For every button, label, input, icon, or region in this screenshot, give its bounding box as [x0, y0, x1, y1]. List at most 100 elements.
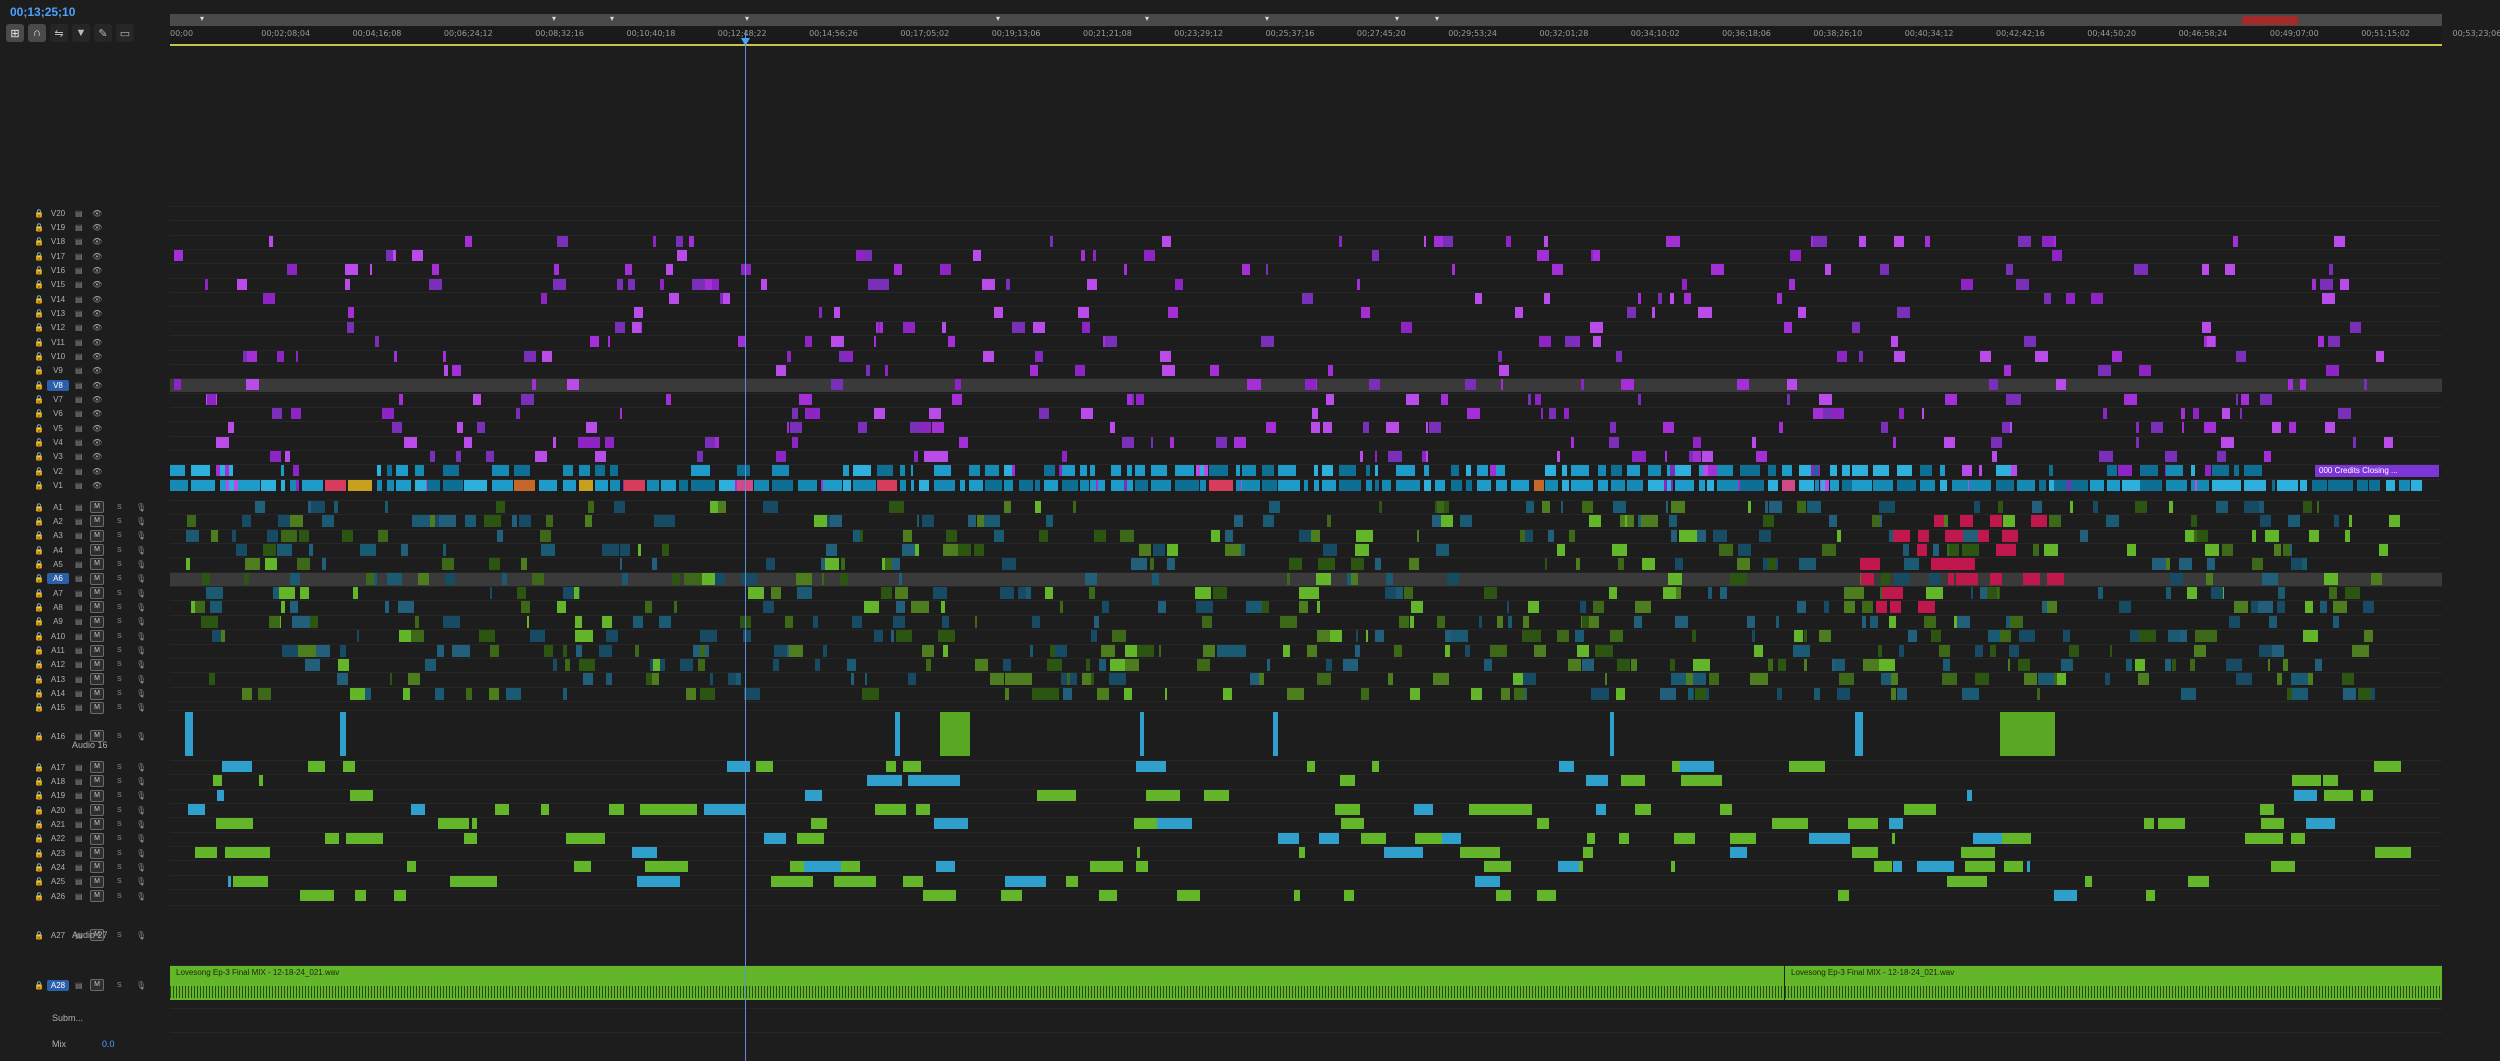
audio-clip[interactable] — [1404, 587, 1413, 600]
video-clip[interactable] — [881, 278, 889, 290]
track-row[interactable] — [170, 557, 2442, 571]
audio-clip[interactable] — [1971, 587, 1974, 600]
video-clip[interactable] — [790, 422, 802, 434]
audio-clip[interactable] — [2143, 818, 2155, 830]
video-clip[interactable] — [491, 465, 510, 477]
video-clip[interactable] — [1789, 278, 1795, 290]
video-clip[interactable] — [1549, 407, 1557, 419]
video-clip[interactable] — [1852, 479, 1873, 491]
mute-button[interactable]: M — [90, 875, 104, 888]
audio-clip[interactable] — [1635, 601, 1651, 614]
audio-clip[interactable] — [1319, 832, 1340, 844]
audio-clip[interactable] — [2341, 673, 2354, 686]
audio-clip[interactable] — [209, 673, 215, 686]
video-clip[interactable] — [1405, 393, 1419, 405]
video-clip[interactable] — [2320, 278, 2333, 290]
video-clip[interactable] — [1033, 321, 1045, 333]
audio-clip[interactable] — [407, 861, 416, 873]
sync-lock-icon[interactable]: ▤ — [75, 546, 83, 555]
video-clip[interactable] — [1962, 465, 1972, 477]
mute-button[interactable]: M — [90, 761, 104, 773]
video-clip[interactable] — [1540, 407, 1543, 419]
video-clip[interactable] — [2211, 465, 2230, 477]
voiceover-record-icon[interactable]: 🎙 — [136, 689, 146, 698]
video-clip[interactable] — [1767, 479, 1778, 491]
audio-clip[interactable] — [1334, 804, 1361, 816]
audio-clip[interactable] — [1084, 572, 1098, 585]
video-clip[interactable] — [692, 278, 706, 290]
audio-clip[interactable] — [2315, 658, 2323, 671]
audio-clip[interactable] — [1134, 818, 1158, 830]
lock-icon[interactable]: 🔒 — [34, 352, 44, 361]
video-clip[interactable] — [2056, 379, 2066, 391]
audio-clip[interactable] — [1224, 544, 1241, 557]
solo-button[interactable]: S — [117, 878, 122, 885]
audio-clip[interactable] — [1086, 658, 1091, 671]
audio-clip[interactable] — [941, 601, 945, 614]
solo-button[interactable]: S — [117, 590, 122, 597]
audio-clip[interactable] — [1223, 687, 1232, 700]
audio-clip[interactable] — [773, 644, 788, 657]
eye-icon[interactable]: 👁 — [92, 252, 102, 261]
video-clip[interactable] — [2009, 422, 2013, 434]
audio-clip[interactable] — [2323, 572, 2338, 585]
audio-clip[interactable] — [266, 529, 278, 542]
audio-clip[interactable] — [699, 687, 715, 700]
audio-clip[interactable] — [1713, 529, 1727, 542]
video-clip[interactable] — [1581, 379, 1584, 391]
audio-clip[interactable] — [1670, 658, 1675, 671]
video-clip[interactable] — [191, 465, 211, 477]
track-header-v17[interactable]: 🔒 V17 ▤ 👁 — [0, 249, 170, 263]
video-clip[interactable] — [819, 307, 823, 319]
audio-clip[interactable] — [1409, 687, 1421, 700]
video-clip[interactable] — [1400, 321, 1413, 333]
audio-clip[interactable] — [489, 587, 492, 600]
audio-clip[interactable] — [2048, 515, 2062, 528]
video-clip[interactable] — [2181, 407, 2186, 419]
audio-clip[interactable] — [1630, 658, 1637, 671]
work-area-bar[interactable] — [170, 44, 2442, 46]
video-clip[interactable] — [830, 379, 844, 391]
audio-clip[interactable] — [994, 529, 1004, 542]
video-clip[interactable] — [1135, 465, 1146, 477]
audio-clip[interactable] — [1526, 501, 1535, 513]
audio-clip[interactable] — [1512, 673, 1523, 686]
video-clip[interactable] — [2385, 479, 2396, 491]
audio-clip[interactable] — [2267, 658, 2270, 671]
video-clip[interactable] — [553, 436, 557, 448]
audio-clip[interactable] — [1604, 673, 1608, 686]
audio-clip[interactable] — [2002, 515, 2015, 528]
track-row[interactable] — [170, 320, 2442, 335]
video-clip[interactable] — [513, 479, 535, 491]
audio-clip[interactable] — [1137, 847, 1141, 859]
video-clip[interactable] — [842, 479, 851, 491]
audio-clip[interactable] — [2069, 501, 2073, 513]
video-clip[interactable] — [516, 407, 520, 419]
audio-clip[interactable] — [852, 615, 863, 628]
video-clip[interactable] — [1363, 422, 1370, 434]
video-clip[interactable] — [1539, 336, 1552, 348]
audio-clip[interactable] — [1836, 529, 1842, 542]
video-clip[interactable] — [1767, 465, 1776, 477]
audio-clip[interactable] — [605, 630, 619, 643]
video-clip[interactable] — [933, 479, 956, 491]
track-row[interactable] — [170, 803, 2442, 817]
audio-clip[interactable] — [2054, 890, 2078, 902]
video-clip[interactable] — [295, 350, 299, 362]
video-clip[interactable] — [426, 479, 440, 491]
audio-clip[interactable] — [221, 630, 226, 643]
video-clip[interactable] — [1939, 465, 1946, 477]
video-clip[interactable] — [1301, 293, 1313, 305]
video-clip[interactable] — [2207, 336, 2215, 348]
audio-clip[interactable] — [1311, 529, 1321, 542]
audio-clip[interactable] — [1862, 615, 1867, 628]
audio-clip[interactable] — [342, 761, 355, 772]
eye-icon[interactable]: 👁 — [92, 409, 102, 418]
audio-clip[interactable] — [1350, 572, 1358, 585]
audio-clip[interactable] — [1838, 673, 1855, 686]
video-clip[interactable] — [1789, 250, 1802, 262]
video-clip[interactable] — [1814, 479, 1819, 491]
audio-clip[interactable] — [892, 615, 906, 628]
audio-clip[interactable] — [1339, 775, 1355, 787]
audio-clip[interactable] — [483, 515, 502, 528]
